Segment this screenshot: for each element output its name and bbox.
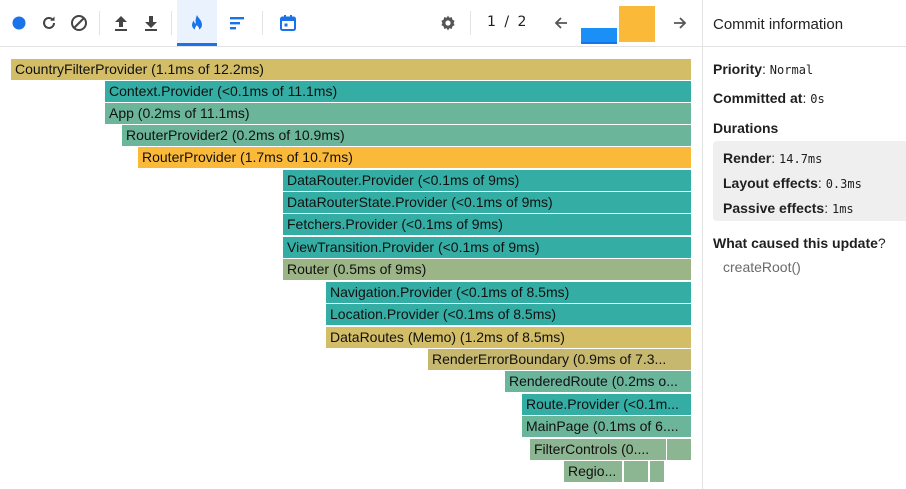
selected-commit-indicator [581, 42, 617, 44]
committed-at-value: 0s [810, 92, 825, 106]
ranked-chart-icon [230, 17, 244, 30]
panel-header: Commit information [703, 0, 906, 47]
flamegraph-bar[interactable]: ViewTransition.Provider (<0.1ms of 9ms) [283, 237, 691, 258]
commit-information-panel: Commit information Priority: Normal Comm… [702, 0, 906, 489]
toolbar-divider [171, 11, 172, 35]
render-value: 14.7ms [779, 152, 823, 166]
flamegraph-bar[interactable]: Context.Provider (<0.1ms of 11.1ms) [105, 81, 691, 102]
priority-value: Normal [769, 63, 814, 77]
flamegraph-tab[interactable] [182, 0, 212, 46]
layout-effects-row: Layout effects: 0.3ms [723, 175, 862, 191]
commit-total: 2 [517, 14, 527, 30]
next-commit-button[interactable] [665, 0, 695, 46]
flamegraph-bar[interactable]: FilterControls (0.... [530, 439, 666, 460]
passive-effects-row: Passive effects: 1ms [723, 200, 854, 216]
update-cause-label: What caused this update [713, 235, 878, 251]
render-duration-row: Render: 14.7ms [723, 150, 823, 166]
commit-counter: 1 / 2 [487, 14, 526, 30]
layout-effects-label: Layout effects [723, 175, 818, 191]
timeline-tab[interactable] [273, 0, 303, 46]
passive-effects-label: Passive effects [723, 200, 825, 216]
clear-profile-button[interactable] [64, 0, 94, 46]
upload-icon [115, 16, 127, 31]
commit-separator: / [504, 14, 510, 30]
flamegraph-bar[interactable]: DataRouterState.Provider (<0.1ms of 9ms) [283, 192, 691, 213]
flamegraph-bar[interactable] [624, 461, 648, 482]
commit-bar[interactable] [581, 28, 617, 42]
render-label: Render [723, 150, 772, 166]
committed-at-label: Committed at [713, 90, 803, 106]
ranked-chart-tab[interactable] [222, 0, 252, 46]
flamegraph-bar[interactable]: Regio... [564, 461, 622, 482]
commit-bar[interactable] [619, 6, 655, 42]
update-cause-value[interactable]: createRoot() [723, 259, 801, 275]
flamegraph-bar[interactable]: Navigation.Provider (<0.1ms of 8.5ms) [326, 282, 691, 303]
flamegraph-chart: CountryFilterProvider (1.1ms of 12.2ms) C… [0, 47, 702, 489]
flamegraph-bar[interactable]: App (0.2ms of 11.1ms) [105, 103, 691, 124]
flamegraph-bar[interactable]: MainPage (0.1ms of 6.... [522, 416, 691, 437]
flamegraph-bar[interactable]: RouterProvider2 (0.2ms of 10.9ms) [122, 125, 691, 146]
durations-label: Durations [713, 120, 779, 136]
flamegraph-bar[interactable]: Location.Provider (<0.1ms of 8.5ms) [326, 304, 691, 325]
toolbar-divider [470, 11, 471, 35]
gear-icon [441, 15, 455, 31]
flamegraph-bar[interactable]: RouterProvider (1.7ms of 10.7ms) [138, 147, 691, 168]
flamegraph-bar[interactable]: CountryFilterProvider (1.1ms of 12.2ms) [11, 59, 691, 80]
layout-effects-value: 0.3ms [825, 177, 862, 191]
flamegraph-bar[interactable]: RenderErrorBoundary (0.9ms of 7.3... [428, 349, 691, 370]
settings-button[interactable] [433, 0, 463, 46]
flamegraph-bar[interactable]: RenderedRoute (0.2ms o... [505, 371, 691, 392]
prev-commit-icon [554, 17, 567, 29]
update-cause-heading: What caused this update? [713, 235, 886, 251]
flamegraph-bar[interactable]: Fetchers.Provider (<0.1ms of 9ms) [283, 214, 691, 235]
next-commit-icon [674, 17, 687, 29]
durations-box: Render: 14.7ms Layout effects: 0.3ms Pas… [713, 141, 906, 221]
passive-effects-value: 1ms [831, 202, 854, 216]
reload-icon [43, 16, 55, 29]
profiler-toolbar: 1 / 2 [0, 0, 702, 47]
active-tab-indicator [177, 43, 217, 46]
priority-label: Priority [713, 61, 763, 77]
flame-chart-icon [192, 15, 202, 31]
previous-commit-button[interactable] [546, 0, 576, 46]
flamegraph-bar[interactable] [667, 439, 691, 460]
update-cause-question-mark: ? [877, 235, 886, 251]
flamegraph-bar[interactable]: Route.Provider (<0.1m... [522, 394, 691, 415]
timeline-icon [280, 15, 296, 31]
reload-and-profile-button[interactable] [34, 0, 64, 46]
durations-heading: Durations [713, 120, 778, 136]
flamegraph-bar[interactable]: Router (0.5ms of 9ms) [283, 259, 691, 280]
panel-title: Commit information [713, 16, 844, 33]
toolbar-divider [262, 11, 263, 35]
save-profile-button[interactable] [136, 0, 166, 46]
flamegraph-bar[interactable]: DataRoutes (Memo) (1.2ms of 8.5ms) [326, 327, 691, 348]
committed-at-row: Committed at: 0s [713, 90, 825, 106]
load-profile-button[interactable] [106, 0, 136, 46]
flamegraph-bar[interactable]: DataRouter.Provider (<0.1ms of 9ms) [283, 170, 691, 191]
toolbar-divider [99, 11, 100, 35]
record-button[interactable] [4, 0, 34, 46]
priority-row: Priority: Normal [713, 61, 814, 77]
record-icon [12, 16, 26, 30]
flamegraph-bar[interactable] [650, 461, 664, 482]
download-icon [145, 16, 157, 31]
commit-selector[interactable] [580, 6, 656, 44]
clear-icon [71, 15, 87, 31]
commit-current: 1 [487, 14, 496, 30]
